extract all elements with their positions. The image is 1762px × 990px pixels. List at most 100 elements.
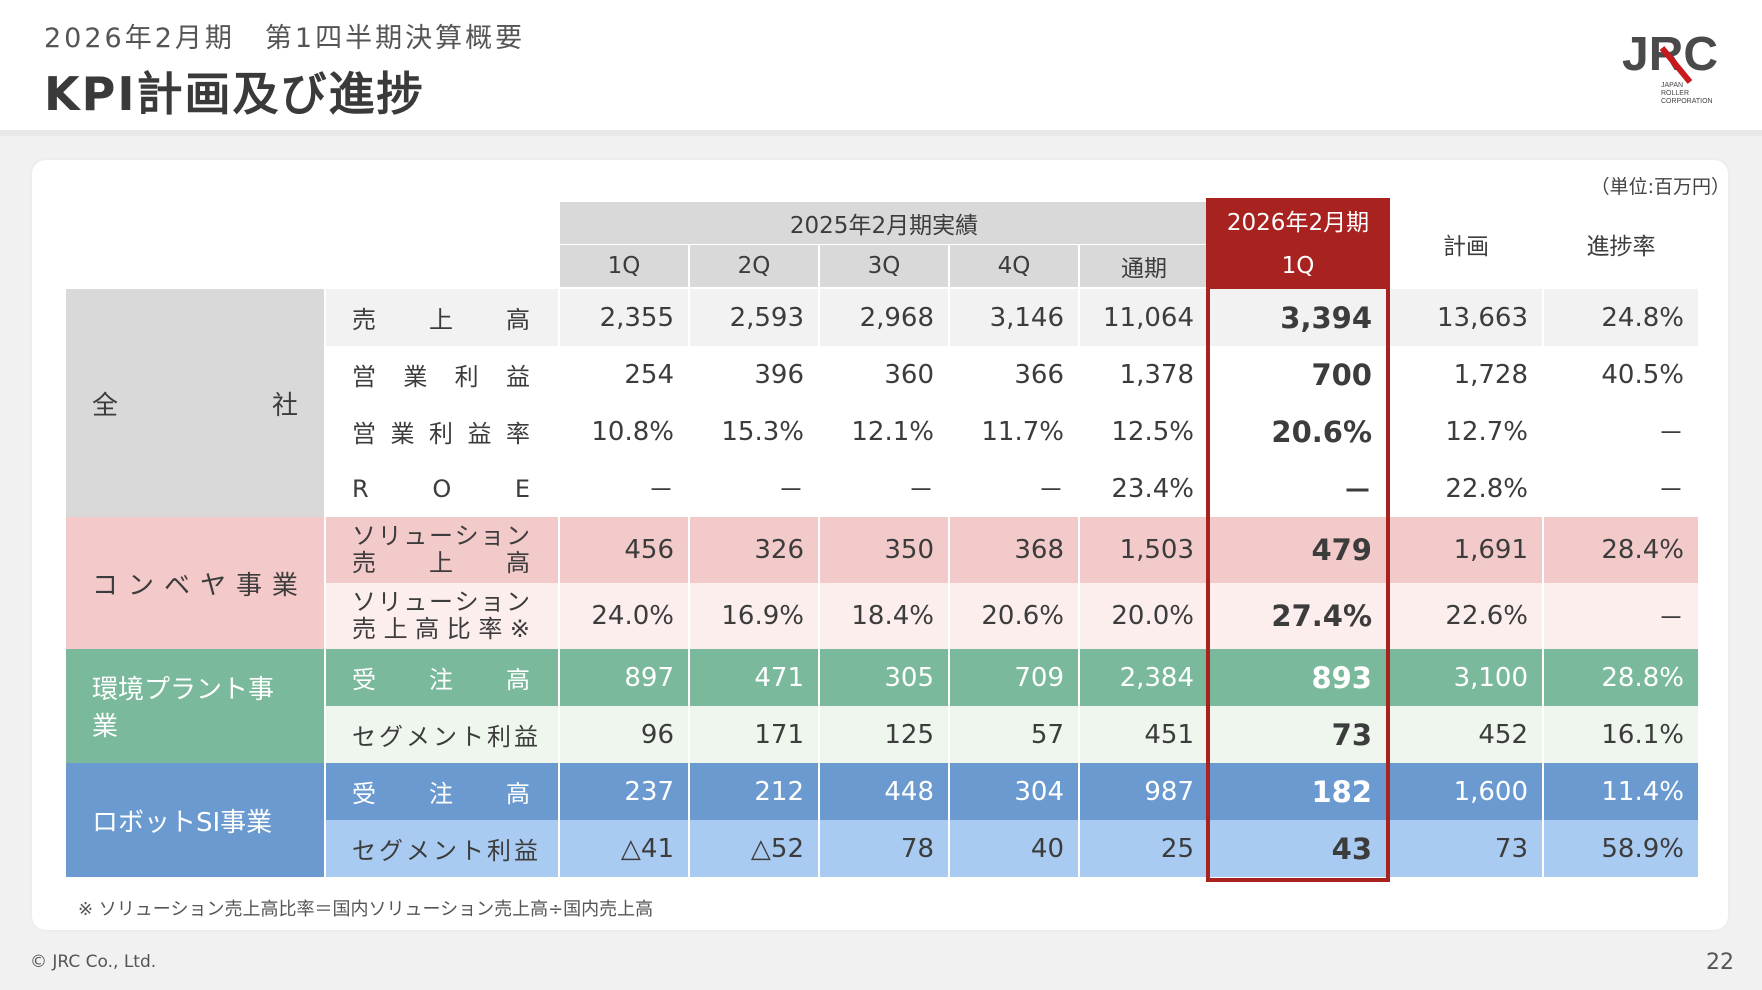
value-cell-2Q: 15.3% — [721, 416, 804, 447]
value-cell-4Q: 709 — [950, 649, 1078, 706]
section-label-text: 環境プラント事業 — [92, 675, 275, 742]
row-label: ソリューション売上高比率 ※ — [326, 583, 558, 649]
unit-label: （単位:百万円） — [1590, 176, 1730, 198]
copyright: © JRC Co., Ltd. — [30, 952, 157, 972]
quarter-header-3: 3Q — [820, 245, 948, 287]
value-cell-2Q: 16.9% — [690, 583, 818, 649]
section-label-1: 全社 — [66, 289, 324, 517]
page-number: 22 — [1706, 950, 1734, 975]
value-cell-2Q: 396 — [690, 346, 818, 403]
value-cell-1Q: 2,355 — [560, 289, 688, 346]
plan-cell: 22.6% — [1390, 583, 1542, 649]
value-cell-通期: 20.0% — [1080, 583, 1208, 649]
progress-header: 進捗率 — [1586, 234, 1656, 260]
row-label-text: セグメント利益 — [352, 837, 541, 865]
section-label-text: 全社 — [92, 390, 298, 421]
row-label: 売上高 — [326, 289, 558, 346]
current-quarter-cell: － — [1342, 473, 1372, 508]
highlight-header-line-1: 2026年2月期 — [1226, 209, 1370, 236]
current-quarter-cell: 73 — [1210, 706, 1386, 763]
value-cell-4Q: 368 — [950, 517, 1078, 583]
current-quarter-cell: 27.4% — [1210, 583, 1386, 649]
current-quarter-cell: 893 — [1210, 649, 1386, 706]
plan-cell: 12.7% — [1445, 416, 1528, 447]
row-label-line-2: 売上高比率 ※ — [352, 615, 530, 643]
value-cell-3Q: 448 — [820, 763, 948, 820]
plan-cell: 1,728 — [1390, 346, 1542, 403]
value-cell-4Q: 40 — [950, 820, 1078, 877]
value-cell-通期: 12.5% — [1111, 416, 1194, 447]
section-label-4: ロボットSI事業 — [66, 763, 324, 877]
row-label-text: ROE — [352, 474, 530, 503]
plan-cell: 1,691 — [1390, 517, 1542, 583]
value-cell-2Q: － — [777, 476, 804, 506]
row-label: 営業利益 — [326, 346, 558, 403]
value-cell-通期: 1,503 — [1080, 517, 1208, 583]
value-cell-1Q: 24.0% — [560, 583, 688, 649]
value-cell-4Q: 304 — [950, 763, 1078, 820]
row-label-text: 営業利益 — [352, 363, 530, 391]
current-quarter-cell: 43 — [1210, 820, 1386, 877]
value-cell-1Q: 456 — [560, 517, 688, 583]
quarter-header-1: 1Q — [560, 245, 688, 287]
footnote: ※ ソリューション売上高比率＝国内ソリューション売上高÷国内売上高 — [78, 899, 654, 920]
current-quarter-cell: 479 — [1210, 517, 1386, 583]
value-cell-3Q: 125 — [820, 706, 948, 763]
plan-cell: 3,100 — [1390, 649, 1542, 706]
value-cell-3Q: 360 — [820, 346, 948, 403]
value-cell-1Q: － — [647, 476, 674, 506]
plan-cell: 13,663 — [1390, 289, 1542, 346]
value-cell-3Q: 78 — [820, 820, 948, 877]
value-cell-4Q: － — [1037, 476, 1064, 506]
progress-cell: － — [1544, 583, 1698, 649]
value-cell-2Q: 2,593 — [690, 289, 818, 346]
row-label-line-2: 売上高 — [352, 549, 530, 577]
value-cell-1Q: 96 — [560, 706, 688, 763]
value-cell-3Q: 305 — [820, 649, 948, 706]
row-label-text: 受注高 — [352, 780, 530, 808]
highlight-header: 2026年2月期 1Q — [1206, 200, 1390, 289]
value-cell-2Q: 171 — [690, 706, 818, 763]
quarter-header-5: 通期 — [1080, 245, 1208, 287]
plan-header: 計画 — [1443, 234, 1489, 260]
section-label-2: コンベヤ事業 — [66, 517, 324, 649]
value-cell-通期: 2,384 — [1080, 649, 1208, 706]
value-cell-2Q: 471 — [690, 649, 818, 706]
current-quarter-cell: 700 — [1210, 346, 1386, 403]
value-cell-3Q: 350 — [820, 517, 948, 583]
value-cell-1Q: 237 — [560, 763, 688, 820]
value-cell-通期: 1,378 — [1080, 346, 1208, 403]
group-header: 2025年2月期実績 — [560, 202, 1208, 244]
value-cell-2Q: 212 — [690, 763, 818, 820]
value-cell-4Q: 11.7% — [981, 416, 1064, 447]
row-label: ROE — [326, 460, 558, 517]
value-cell-2Q: △52 — [690, 820, 818, 877]
quarter-header-4: 4Q — [950, 245, 1078, 287]
value-cell-通期: 987 — [1080, 763, 1208, 820]
value-cell-1Q: 10.8% — [591, 416, 674, 447]
value-cell-1Q: 897 — [560, 649, 688, 706]
value-cell-4Q: 366 — [950, 346, 1078, 403]
current-quarter-cell: 182 — [1210, 763, 1386, 820]
row-label-line-1: ソリューション — [352, 588, 530, 616]
value-cell-3Q: 2,968 — [820, 289, 948, 346]
highlight-header-line-2: 1Q — [1281, 252, 1315, 279]
plan-cell: 1,600 — [1390, 763, 1542, 820]
value-cell-通期: 451 — [1080, 706, 1208, 763]
value-cell-3Q: 18.4% — [820, 583, 948, 649]
plan-cell: 22.8% — [1445, 473, 1528, 504]
row-label: セグメント利益 — [326, 820, 558, 877]
progress-cell: 24.8% — [1544, 289, 1698, 346]
row-label-text: 受注高 — [352, 666, 530, 694]
value-cell-1Q: 254 — [560, 346, 688, 403]
value-cell-2Q: 326 — [690, 517, 818, 583]
value-cell-通期: 23.4% — [1111, 473, 1194, 504]
value-cell-4Q: 3,146 — [950, 289, 1078, 346]
value-cell-1Q: △41 — [560, 820, 688, 877]
value-cell-3Q: 12.1% — [851, 416, 934, 447]
progress-cell: 16.1% — [1544, 706, 1698, 763]
header-divider — [0, 130, 1762, 136]
row-label-text: 営業利益率 — [352, 420, 530, 448]
plan-cell: 73 — [1390, 820, 1542, 877]
progress-cell: － — [1657, 419, 1684, 449]
